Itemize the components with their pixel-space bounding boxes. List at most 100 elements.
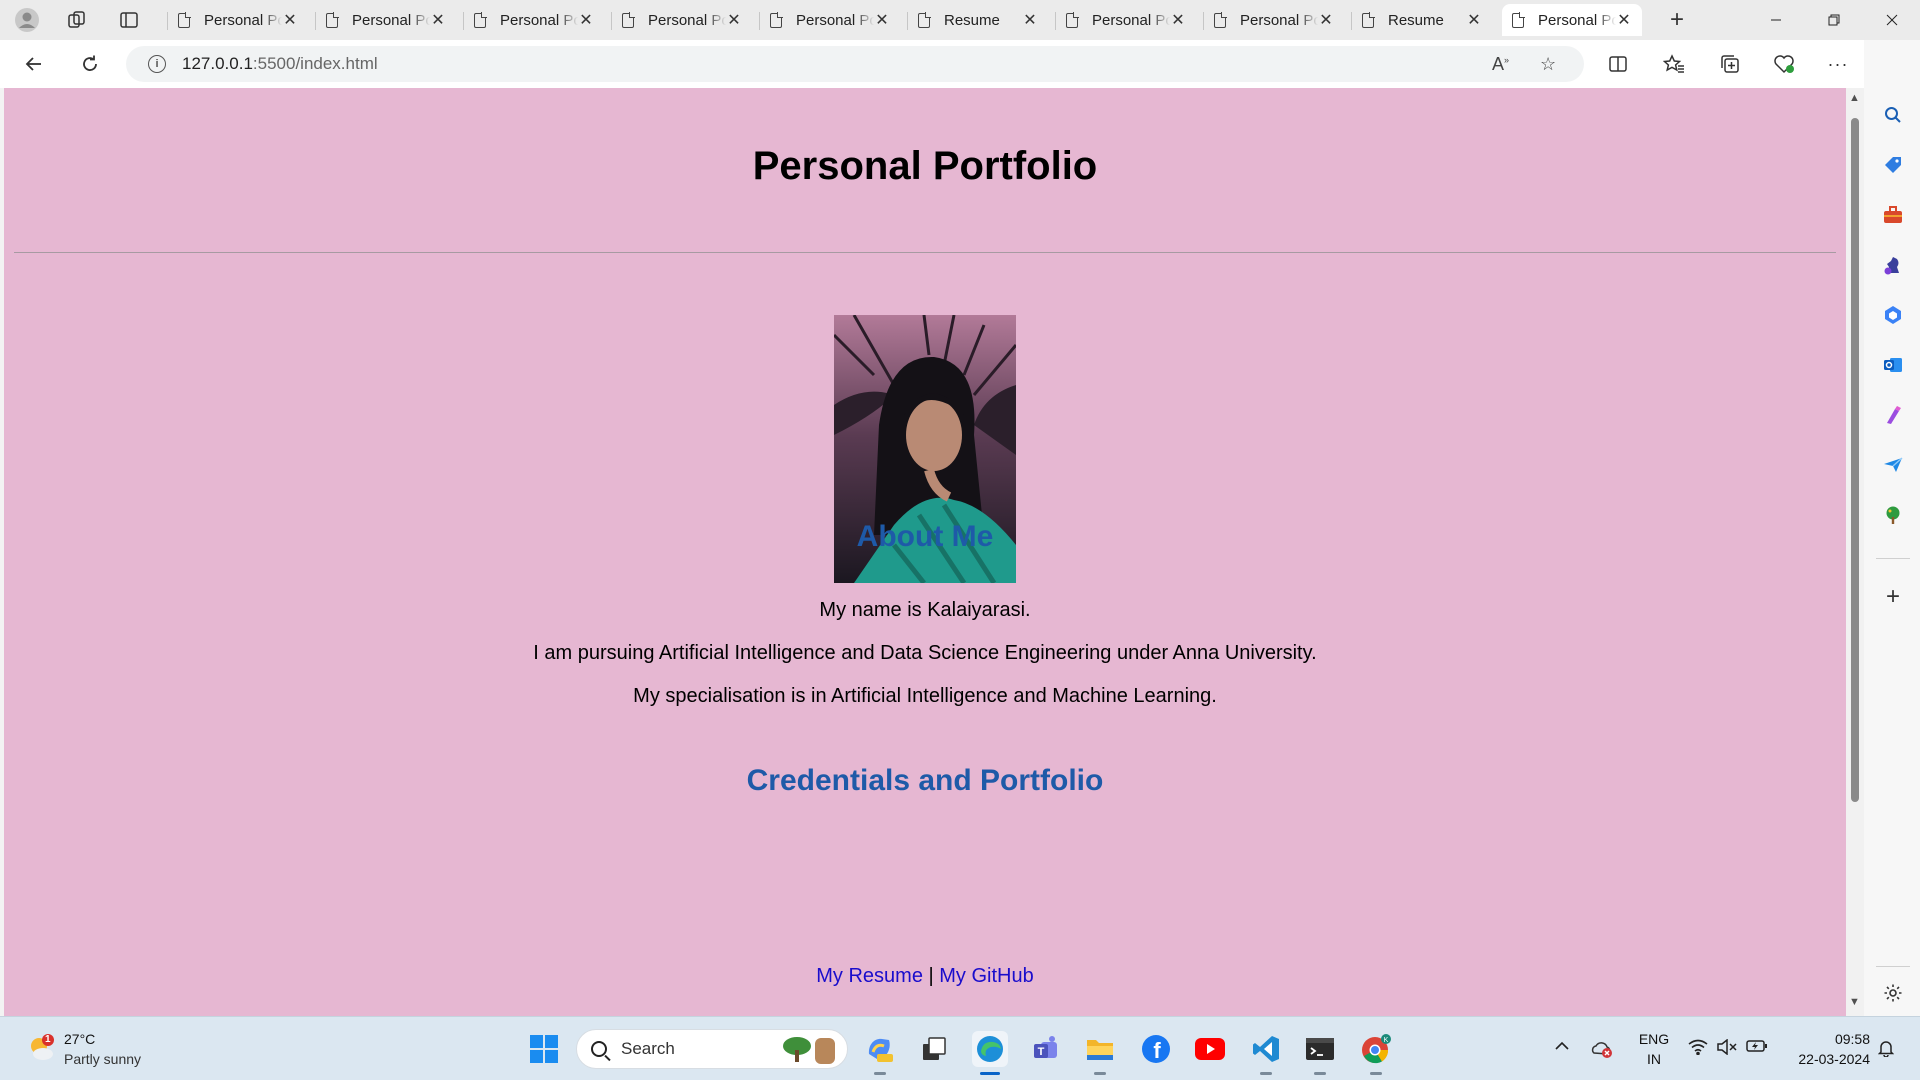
sidebar-microsoft365-icon[interactable]	[1882, 304, 1904, 326]
favorites-icon[interactable]	[1656, 48, 1692, 80]
taskbar-search-box[interactable]: Search	[576, 1029, 848, 1069]
browser-tab[interactable]: Resume ✕	[1351, 4, 1492, 36]
browser-tab[interactable]: Personal Portfolio ✕	[167, 4, 308, 36]
wifi-icon[interactable]	[1688, 1039, 1708, 1060]
app-running-indicator	[1314, 1072, 1326, 1075]
tab-title: Personal Portfolio	[1092, 11, 1170, 29]
url-text[interactable]: 127.0.0.1:5500/index.html	[182, 54, 378, 74]
windows-start-icon[interactable]	[526, 1031, 562, 1067]
weather-partly-sunny-icon[interactable]: 1	[26, 1033, 56, 1063]
tab-title: Personal Portfolio	[352, 11, 430, 29]
sidebar-shopping-tag-icon[interactable]	[1882, 154, 1904, 176]
facebook-icon[interactable]: f	[1138, 1031, 1174, 1067]
chrome-icon[interactable]: K	[1358, 1031, 1394, 1075]
collections-icon[interactable]	[1712, 48, 1748, 80]
page-icon	[770, 11, 783, 28]
close-tab-icon[interactable]: ✕	[1318, 10, 1334, 30]
sidebar-add-plus-icon[interactable]: +	[1882, 583, 1904, 610]
battery-charging-icon[interactable]	[1746, 1039, 1768, 1058]
page-scrollbar[interactable]: ▲ ▼	[1846, 88, 1864, 1016]
close-tab-icon[interactable]: ✕	[1170, 10, 1186, 30]
close-tab-icon[interactable]: ✕	[1466, 10, 1482, 30]
clock-date[interactable]: 22-03-2024	[1784, 1051, 1870, 1067]
link-separator: |	[922, 965, 940, 987]
resume-link[interactable]: My Resume	[816, 965, 923, 987]
sidebar-games-icon[interactable]	[1882, 254, 1904, 276]
teams-icon[interactable]: T	[1028, 1031, 1064, 1067]
header-divider	[14, 252, 1836, 253]
close-tab-icon[interactable]: ✕	[1022, 10, 1038, 30]
sidebar-divider	[1876, 558, 1910, 559]
notification-bell-icon[interactable]	[1877, 1039, 1895, 1062]
close-tab-icon[interactable]: ✕	[726, 10, 742, 30]
sidebar-designer-icon[interactable]	[1882, 404, 1904, 426]
language-indicator-bottom[interactable]: IN	[1634, 1051, 1674, 1067]
more-options-icon[interactable]: ···	[1820, 48, 1856, 80]
page-icon	[1362, 11, 1375, 28]
svg-text:f: f	[1153, 1038, 1161, 1063]
site-info-icon[interactable]: i	[148, 55, 166, 73]
close-tab-icon[interactable]: ✕	[282, 10, 298, 30]
new-tab-plus-icon[interactable]: +	[1660, 4, 1694, 36]
page-icon	[326, 11, 339, 28]
workspaces-icon[interactable]	[60, 4, 94, 36]
back-arrow-icon[interactable]	[16, 48, 52, 80]
tab-actions-icon[interactable]	[112, 4, 146, 36]
close-tab-icon[interactable]: ✕	[874, 10, 890, 30]
speaker-muted-icon[interactable]	[1716, 1038, 1738, 1060]
minimize-icon[interactable]	[1748, 0, 1804, 40]
browser-tab[interactable]: Personal Portfolio ✕	[463, 4, 604, 36]
page-viewport: Personal Portfolio About Me My name is K	[4, 88, 1846, 1016]
read-aloud-icon[interactable]: A»	[1492, 54, 1509, 75]
scroll-up-arrow-icon[interactable]: ▲	[1849, 92, 1860, 104]
browser-tab[interactable]: Resume ✕	[907, 4, 1048, 36]
github-link[interactable]: My GitHub	[939, 965, 1033, 987]
file-explorer-icon[interactable]	[1082, 1031, 1118, 1075]
scrollbar-thumb[interactable]	[1851, 118, 1859, 802]
favorite-star-icon[interactable]: ☆	[1540, 54, 1556, 75]
close-tab-icon[interactable]: ✕	[430, 10, 446, 30]
vscode-icon[interactable]	[1248, 1031, 1284, 1075]
scroll-down-arrow-icon[interactable]: ▼	[1849, 996, 1860, 1008]
sidebar-settings-gear-icon[interactable]	[1882, 982, 1904, 1004]
copilot-preview-icon[interactable]	[862, 1031, 898, 1075]
svg-text:K: K	[1384, 1037, 1389, 1044]
browser-tab[interactable]: Personal Portfolio ✕	[1055, 4, 1196, 36]
profile-avatar-icon[interactable]	[10, 4, 44, 36]
onedrive-sync-error-icon[interactable]	[1590, 1039, 1614, 1064]
sidebar-tools-icon[interactable]	[1882, 204, 1904, 226]
edge-browser-icon[interactable]	[972, 1031, 1008, 1075]
browser-essentials-icon[interactable]	[1766, 48, 1802, 80]
search-placeholder: Search	[621, 1039, 675, 1058]
close-tab-icon[interactable]: ✕	[1616, 10, 1632, 30]
browser-tab[interactable]: Personal Portfolio ✕	[1203, 4, 1344, 36]
sidebar-search-icon[interactable]	[1882, 104, 1904, 126]
browser-tab[interactable]: Personal Portfolio ✕	[611, 4, 752, 36]
page-icon	[1512, 11, 1525, 28]
clock-time[interactable]: 09:58	[1784, 1031, 1870, 1047]
language-indicator-top[interactable]: ENG	[1634, 1031, 1674, 1047]
address-bar[interactable]: i 127.0.0.1:5500/index.html A» ☆	[126, 46, 1584, 82]
sidebar-outlook-icon[interactable]	[1882, 354, 1904, 376]
task-view-icon[interactable]	[916, 1031, 952, 1067]
browser-tab-active[interactable]: Personal Portfolio ✕	[1502, 4, 1642, 36]
browser-tab[interactable]: Personal Portfolio ✕	[759, 4, 900, 36]
app-active-indicator	[980, 1072, 1000, 1075]
weather-badge: 1	[45, 1034, 51, 1045]
show-hidden-icons-chevron-icon[interactable]	[1554, 1039, 1570, 1057]
youtube-icon[interactable]	[1192, 1031, 1228, 1067]
refresh-icon[interactable]	[72, 48, 108, 80]
close-window-icon[interactable]	[1864, 0, 1920, 40]
sidebar-tree-icon[interactable]	[1882, 504, 1904, 526]
close-tab-icon[interactable]: ✕	[578, 10, 594, 30]
weather-temperature[interactable]: 27°C	[64, 1031, 95, 1047]
credential-links: My Resume | My GitHub	[4, 965, 1846, 988]
sidebar-send-icon[interactable]	[1882, 454, 1904, 476]
browser-toolbar: i 127.0.0.1:5500/index.html A» ☆ ···	[0, 40, 1920, 88]
split-screen-icon[interactable]	[1600, 48, 1636, 80]
restore-icon[interactable]	[1806, 0, 1862, 40]
weather-description[interactable]: Partly sunny	[64, 1051, 141, 1067]
browser-tab[interactable]: Personal Portfolio ✕	[315, 4, 456, 36]
terminal-icon[interactable]	[1302, 1031, 1338, 1075]
app-running-indicator	[874, 1072, 886, 1075]
